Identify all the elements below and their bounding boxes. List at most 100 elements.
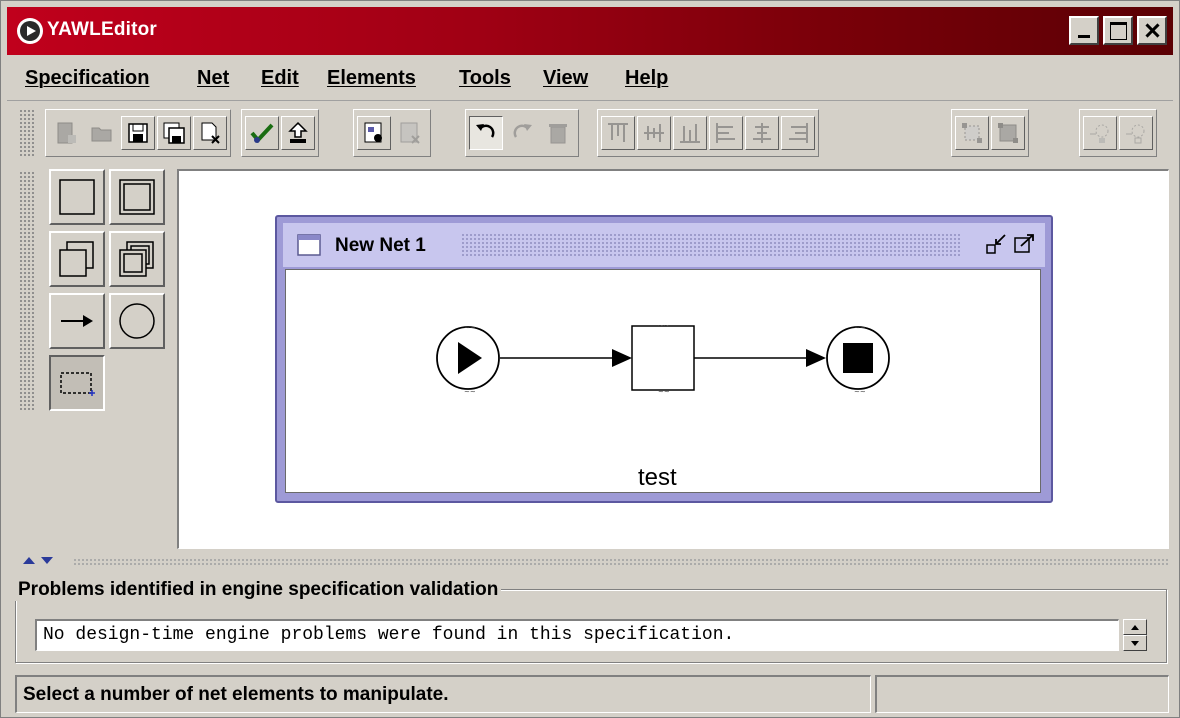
svg-text:~~: ~~ [854,324,866,332]
save-specification-button[interactable] [121,116,155,150]
align-horizontal-center-icon [753,123,771,143]
alignment-tool-group [597,109,819,157]
undo-icon [476,124,495,138]
menu-help[interactable]: Help [625,67,668,90]
size-tool-group [951,109,1029,157]
edit-tool-group [465,109,579,157]
menu-specification[interactable]: Specification [25,67,149,90]
multiple-atomic-task-tool[interactable] [109,169,165,225]
task-label: test [638,464,677,491]
flow-relation-2 [692,349,826,367]
problems-message-list[interactable]: No design-time engine problems were foun… [35,619,1119,651]
add-cancellation-icon [1090,124,1109,143]
composite-task-icon [59,241,94,277]
net-internal-frame[interactable]: New Net 1 ~~ ~~ ~~ ~~ ~~ ~~ test [275,215,1053,503]
menu-tools[interactable]: Tools [459,67,511,90]
title-bar[interactable]: YAWLEditor [7,7,1173,55]
menu-edit[interactable]: Edit [261,67,299,90]
redo-button[interactable] [505,116,539,150]
problems-panel-title: Problems identified in engine specificat… [15,579,502,601]
remove-net-button[interactable] [393,116,427,150]
validate-specification-button[interactable] [245,116,279,150]
minimize-button[interactable] [1069,16,1099,45]
align-right-icon [789,123,808,143]
save-as-button[interactable] [157,116,191,150]
export-engine-icon [288,121,308,143]
align-bottom-icon [680,124,700,143]
validate-specification-icon [250,123,274,143]
save-specification-icon [128,123,148,143]
align-bottom-button[interactable] [673,116,707,150]
splitter-arrows-icon[interactable] [21,555,61,567]
net-title-grip [461,233,961,257]
menu-net[interactable]: Net [197,67,229,90]
status-bar-secondary [875,675,1169,713]
chevron-up-icon [1131,625,1139,630]
align-top-button[interactable] [601,116,635,150]
close-button[interactable] [1137,16,1167,45]
svg-text:~~: ~~ [658,322,670,330]
net-desktop[interactable]: New Net 1 ~~ ~~ ~~ ~~ ~~ ~~ test [177,169,1169,549]
maximize-button[interactable] [1103,16,1133,45]
split-pane-divider[interactable] [13,555,1171,567]
splitter-grip [73,558,1169,566]
chevron-down-icon [1131,641,1139,646]
validation-tool-group [241,109,319,157]
net-graph-area[interactable]: ~~ ~~ ~~ ~~ ~~ ~~ test [285,269,1041,493]
open-specification-icon [91,127,112,142]
remove-cancellation-button[interactable] [1119,116,1153,150]
window-title: YAWLEditor [47,19,158,40]
net-frame-titlebar[interactable]: New Net 1 [283,223,1045,267]
create-net-icon [364,122,382,143]
net-graph: ~~ ~~ ~~ ~~ ~~ ~~ [436,322,890,396]
palette-grip[interactable] [19,171,35,411]
multiple-composite-task-tool[interactable] [109,231,165,287]
new-specification-icon [57,122,76,144]
align-top-icon [608,123,628,142]
decrease-size-button[interactable] [991,116,1025,150]
marquee-select-tool[interactable] [49,355,105,411]
increase-size-icon [962,123,982,143]
menu-view[interactable]: View [543,67,588,90]
align-left-button[interactable] [709,116,743,150]
remove-net-icon [400,122,420,144]
align-vertical-center-icon [644,124,664,142]
composite-task-tool[interactable] [49,231,105,287]
multiple-atomic-task-icon [119,179,155,215]
output-condition: ~~ ~~ [826,324,890,396]
element-palette [15,169,173,549]
create-net-button[interactable] [357,116,391,150]
maximize-frame-icon[interactable] [1013,233,1035,255]
align-horizontal-center-button[interactable] [745,116,779,150]
delete-icon [549,124,567,144]
export-engine-button[interactable] [281,116,315,150]
task-test: ~~ ~~ [631,322,695,396]
net-title: New Net 1 [335,235,426,256]
scroll-up-button[interactable] [1123,619,1147,635]
condition-circle-icon [119,303,155,339]
close-specification-button[interactable] [193,116,227,150]
svg-text:~~: ~~ [464,388,476,396]
window-controls [1069,16,1167,45]
status-bar-message: Select a number of net elements to manip… [15,675,871,713]
align-right-button[interactable] [781,116,815,150]
condition-tool[interactable] [109,293,165,349]
menu-elements[interactable]: Elements [327,67,416,90]
yawl-editor-window: YAWLEditor Specification Net Edit Elemen… [0,0,1180,718]
redo-icon [513,124,532,138]
atomic-task-tool[interactable] [49,169,105,225]
cancellation-tool-group [1079,109,1157,157]
undo-button[interactable] [469,116,503,150]
svg-text:~~: ~~ [464,324,476,332]
flow-relation-tool[interactable] [49,293,105,349]
marquee-select-icon [60,372,95,396]
new-specification-button[interactable] [49,116,83,150]
scroll-down-button[interactable] [1123,635,1147,651]
increase-size-button[interactable] [955,116,989,150]
open-specification-button[interactable] [85,116,119,150]
delete-button[interactable] [541,116,575,150]
align-vertical-center-button[interactable] [637,116,671,150]
add-cancellation-button[interactable] [1083,116,1117,150]
toolbar-grip[interactable] [19,109,35,157]
iconify-icon[interactable] [985,233,1007,255]
